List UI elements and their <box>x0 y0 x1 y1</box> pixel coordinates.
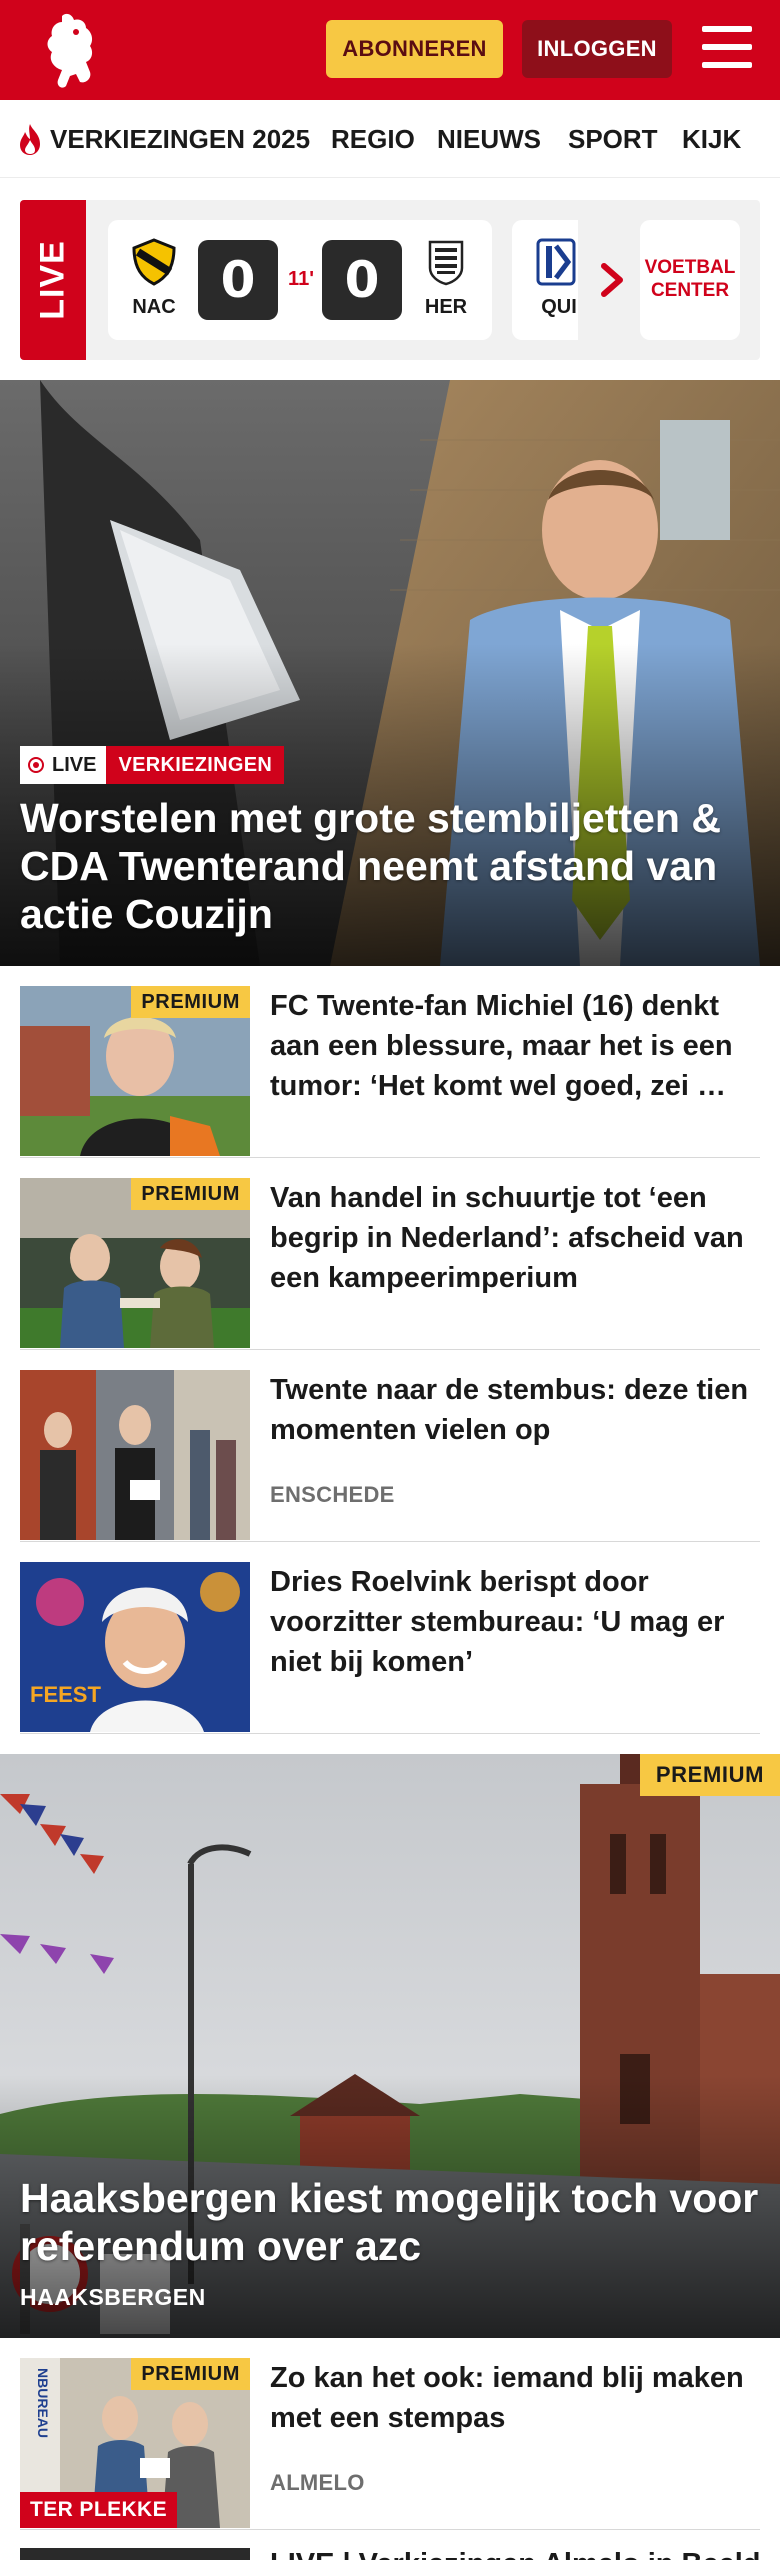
home-team-abbr: NAC <box>132 296 176 318</box>
article-title[interactable]: Van handel in schuurtje tot ‘een begrip … <box>270 1178 760 1298</box>
live-tab[interactable]: LIVE <box>20 200 86 360</box>
logo-horse-icon[interactable] <box>36 10 108 90</box>
subscribe-button[interactable]: ABONNEREN <box>326 20 503 78</box>
heracles-logo-icon <box>428 240 464 286</box>
away-score: 0 <box>322 240 402 320</box>
nav-item-regio[interactable]: REGIO <box>331 100 415 177</box>
voetbal-center-link[interactable]: VOETBAL CENTER <box>640 220 740 340</box>
match-card-next[interactable]: QUI <box>512 220 578 340</box>
next-home-team-abbr: QUI <box>541 296 577 318</box>
top-bar: ABONNEREN INLOGGEN <box>0 0 780 100</box>
article-title[interactable]: Zo kan het ook: iemand blij maken met ee… <box>270 2358 760 2438</box>
nav-item-nieuws[interactable]: NIEUWS <box>437 100 541 177</box>
feature-article[interactable]: PREMIUM Haaksbergen kiest mogelijk toch … <box>0 1754 780 2338</box>
nav-item-sport[interactable]: SPORT <box>568 100 658 177</box>
article-thumbnail: PREMIUM <box>20 1178 250 1348</box>
premium-badge: PREMIUM <box>131 986 250 1018</box>
main-navigation: VERKIEZINGEN 2025 REGIO NIEUWS SPORT KIJ… <box>0 100 780 178</box>
article-location: ALMELO <box>270 2470 365 2495</box>
article-item[interactable]: NBUREAU PREMIUM TER PLEKKE Zo kan het oo… <box>20 2338 760 2530</box>
article-title[interactable]: FC Twente-fan Michiel (16) denkt aan een… <box>270 986 760 1106</box>
nav-label: VERKIEZINGEN 2025 <box>50 123 311 154</box>
article-thumbnail-partial <box>20 2548 250 2560</box>
live-badge-label: LIVE <box>52 753 97 776</box>
article-title-partial[interactable]: LIVE | Verkiezingen Almelo in Beeld <box>270 2548 761 2560</box>
hero-article[interactable]: LIVE VERKIEZINGEN Worstelen met grote st… <box>0 380 780 966</box>
chevron-right-icon[interactable] <box>592 258 632 302</box>
article-item[interactable]: Twente naar de stembus: deze tien moment… <box>20 1350 760 1542</box>
match-minute: 11' <box>288 268 314 290</box>
match-card[interactable]: NAC 0 11' 0 HER <box>108 220 492 340</box>
live-dot-icon <box>28 757 44 773</box>
article-item[interactable]: PREMIUM Van handel in schuurtje tot ‘een… <box>20 1158 760 1350</box>
article-item[interactable]: FEEST Dries Roelvink berispt door voorzi… <box>20 1542 760 1734</box>
svg-text:NBUREAU: NBUREAU <box>35 2368 51 2438</box>
home-score: 0 <box>198 240 278 320</box>
nac-logo-icon <box>132 238 176 286</box>
nav-item-verkiezingen[interactable]: VERKIEZINGEN 2025 <box>16 100 311 177</box>
article-title[interactable]: Dries Roelvink berispt door voorzitter s… <box>270 1562 760 1682</box>
article-thumbnail: FEEST <box>20 1562 250 1732</box>
menu-icon[interactable] <box>702 26 752 72</box>
premium-badge: PREMIUM <box>131 1178 250 1210</box>
hero-badges: LIVE VERKIEZINGEN <box>20 746 285 784</box>
flame-icon <box>20 124 40 155</box>
nav-item-kijk[interactable]: KIJK <box>682 100 741 177</box>
premium-badge: PREMIUM <box>131 2358 250 2390</box>
article-item[interactable]: PREMIUM FC Twente-fan Michiel (16) denkt… <box>20 966 760 1158</box>
article-thumbnail: PREMIUM <box>20 986 250 1156</box>
live-badge: LIVE <box>20 746 107 784</box>
article-location: ENSCHEDE <box>270 1482 395 1507</box>
article-thumbnail <box>20 1370 250 1540</box>
live-scores-strip: LIVE NAC 0 11' 0 HER QUI VOETBAL CENTER <box>20 200 760 360</box>
category-badge: VERKIEZINGEN <box>106 746 285 784</box>
article-thumbnail: NBUREAU PREMIUM TER PLEKKE <box>20 2358 250 2528</box>
hero-title[interactable]: Worstelen met grote stembiljetten & CDA … <box>20 794 760 938</box>
live-tab-label: LIVE <box>33 240 72 320</box>
feature-location: HAAKSBERGEN <box>20 2284 206 2310</box>
login-button[interactable]: INLOGGEN <box>522 20 672 78</box>
ter-plekke-badge: TER PLEKKE <box>20 2492 178 2528</box>
premium-badge: PREMIUM <box>639 1754 780 1796</box>
feature-title[interactable]: Haaksbergen kiest mogelijk toch voor ref… <box>20 2174 770 2270</box>
away-team-abbr: HER <box>424 296 468 318</box>
article-title[interactable]: Twente naar de stembus: deze tien moment… <box>270 1370 760 1450</box>
team-logo-icon <box>536 238 576 286</box>
svg-text:FEEST: FEEST <box>30 1682 101 1707</box>
